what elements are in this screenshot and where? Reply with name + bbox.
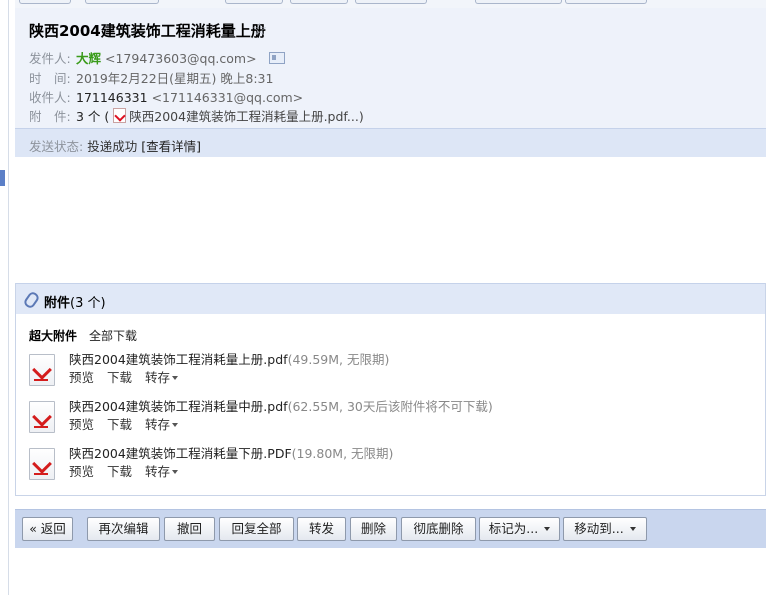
preview-link[interactable]: 预览 — [69, 417, 94, 432]
top-tab[interactable] — [85, 0, 159, 4]
bottom-toolbar: « 返回 再次编辑 撤回 回复全部 转发 删除 彻底删除 标记为... 移动到.… — [15, 509, 766, 548]
large-attachment-label: 超大附件 — [29, 329, 78, 343]
chevron-down-icon — [629, 527, 636, 531]
paperclip-icon — [22, 290, 41, 310]
time-label: 时 间: — [29, 71, 71, 86]
chevron-down-icon — [172, 376, 179, 380]
recipient-name[interactable]: 171146331 — [76, 90, 148, 105]
top-tab[interactable] — [19, 0, 71, 4]
delivery-status-bar: 发送状态: 投递成功 [查看详情] — [15, 128, 766, 157]
back-button[interactable]: « 返回 — [22, 517, 73, 541]
attachments-panel: 附件(3 个) 超大附件 全部下载 陕西2004建筑装饰工程消耗量上册.pdf(4… — [15, 283, 766, 496]
attachment-meta: (62.55M, 30天后该附件将不可下载) — [287, 399, 493, 414]
move-to-dropdown[interactable]: 移动到... — [563, 517, 647, 541]
attachment-label: 附 件: — [29, 109, 71, 124]
save-to-dropdown[interactable]: 转存 — [145, 417, 179, 432]
sender-name[interactable]: 大辉 — [76, 51, 101, 66]
contact-card-icon[interactable] — [268, 52, 285, 64]
sender-row: 发件人: 大辉 <179473603@qq.com> — [29, 48, 285, 67]
attachment-item: 陕西2004建筑装饰工程消耗量中册.pdf(62.55M, 30天后该附件将不可… — [29, 396, 749, 436]
pdf-file-icon — [29, 448, 55, 480]
save-to-label: 转存 — [145, 464, 171, 479]
forward-button[interactable]: 转发 — [297, 517, 346, 541]
mail-subject: 陕西2004建筑装饰工程消耗量上册 — [29, 22, 266, 40]
sender-label: 发件人: — [29, 51, 71, 66]
mail-header: 陕西2004建筑装饰工程消耗量上册 ☆ 发件人: 大辉 <179473603@qq… — [15, 8, 766, 128]
pdf-file-icon — [29, 401, 55, 433]
star-icon[interactable]: ☆ — [252, 20, 267, 40]
top-tab[interactable] — [565, 0, 647, 4]
attachment-meta: (49.59M, 无限期) — [287, 352, 390, 367]
save-to-dropdown[interactable]: 转存 — [145, 370, 179, 385]
mark-as-dropdown[interactable]: 标记为... — [479, 517, 560, 541]
top-tab[interactable] — [475, 0, 562, 4]
recipient-row: 收件人: 171146331 <171146331@qq.com> — [29, 87, 303, 106]
status-details-link[interactable]: [查看详情] — [141, 139, 201, 154]
status-value: 投递成功 — [87, 139, 138, 154]
mark-as-label: 标记为... — [488, 521, 539, 536]
preview-link[interactable]: 预览 — [69, 370, 94, 385]
attachment-preview-link[interactable]: 陕西2004建筑装饰工程消耗量上册.pdf...) — [129, 109, 363, 124]
delete-forever-button[interactable]: 彻底删除 — [401, 517, 476, 541]
mail-read-view: 陕西2004建筑装饰工程消耗量上册 ☆ 发件人: 大辉 <179473603@qq… — [15, 0, 766, 595]
attachment-meta: (19.80M, 无限期) — [291, 446, 394, 461]
move-to-label: 移动到... — [574, 521, 624, 536]
save-to-dropdown[interactable]: 转存 — [145, 464, 179, 479]
attachments-meta: 超大附件 全部下载 — [29, 327, 137, 344]
chevron-down-icon — [172, 470, 179, 474]
top-tab[interactable] — [290, 0, 348, 4]
attachment-item: 陕西2004建筑装饰工程消耗量上册.pdf(49.59M, 无限期) 预览 下载… — [29, 349, 749, 389]
save-to-label: 转存 — [145, 370, 171, 385]
attachment-name[interactable]: 陕西2004建筑装饰工程消耗量上册.pdf — [69, 352, 288, 367]
left-panel-edge — [0, 0, 9, 595]
attachments-count: (3 个) — [70, 296, 106, 311]
chevron-down-icon — [544, 527, 551, 531]
recipient-email[interactable]: <171146331@qq.com> — [152, 90, 304, 105]
recall-button[interactable]: 撤回 — [164, 517, 215, 541]
top-toolbar-remnant — [15, 0, 766, 8]
time-row: 时 间: 2019年2月22日(星期五) 晚上8:31 — [29, 68, 273, 87]
left-panel-selection-marker — [0, 170, 5, 186]
sender-email[interactable]: <179473603@qq.com> — [105, 51, 257, 66]
status-label: 发送状态: — [29, 139, 84, 154]
delete-button[interactable]: 删除 — [350, 517, 397, 541]
download-link[interactable]: 下载 — [107, 370, 132, 385]
download-all-link[interactable]: 全部下载 — [89, 329, 137, 343]
pdf-file-icon — [29, 354, 55, 386]
top-tab[interactable] — [355, 0, 427, 4]
recipient-label: 收件人: — [29, 90, 71, 105]
attachment-count: 3 个 ( — [76, 109, 110, 124]
download-link[interactable]: 下载 — [107, 417, 132, 432]
attachment-row: 附 件: 3 个 ( 陕西2004建筑装饰工程消耗量上册.pdf...) — [29, 106, 364, 125]
attachments-header: 附件(3 个) — [16, 283, 765, 314]
pdf-icon — [113, 108, 127, 123]
chevron-down-icon — [172, 423, 179, 427]
reedit-button[interactable]: 再次编辑 — [87, 517, 160, 541]
attachment-item: 陕西2004建筑装饰工程消耗量下册.PDF(19.80M, 无限期) 预览 下载… — [29, 443, 749, 483]
preview-link[interactable]: 预览 — [69, 464, 94, 479]
reply-all-button[interactable]: 回复全部 — [219, 517, 294, 541]
top-tab[interactable] — [225, 0, 283, 4]
download-link[interactable]: 下载 — [107, 464, 132, 479]
mail-body — [15, 157, 766, 283]
attachment-name[interactable]: 陕西2004建筑装饰工程消耗量下册.PDF — [69, 446, 292, 461]
save-to-label: 转存 — [145, 417, 171, 432]
attachment-name[interactable]: 陕西2004建筑装饰工程消耗量中册.pdf — [69, 399, 288, 414]
time-value: 2019年2月22日(星期五) 晚上8:31 — [76, 71, 274, 86]
attachments-title: 附件 — [44, 296, 71, 311]
